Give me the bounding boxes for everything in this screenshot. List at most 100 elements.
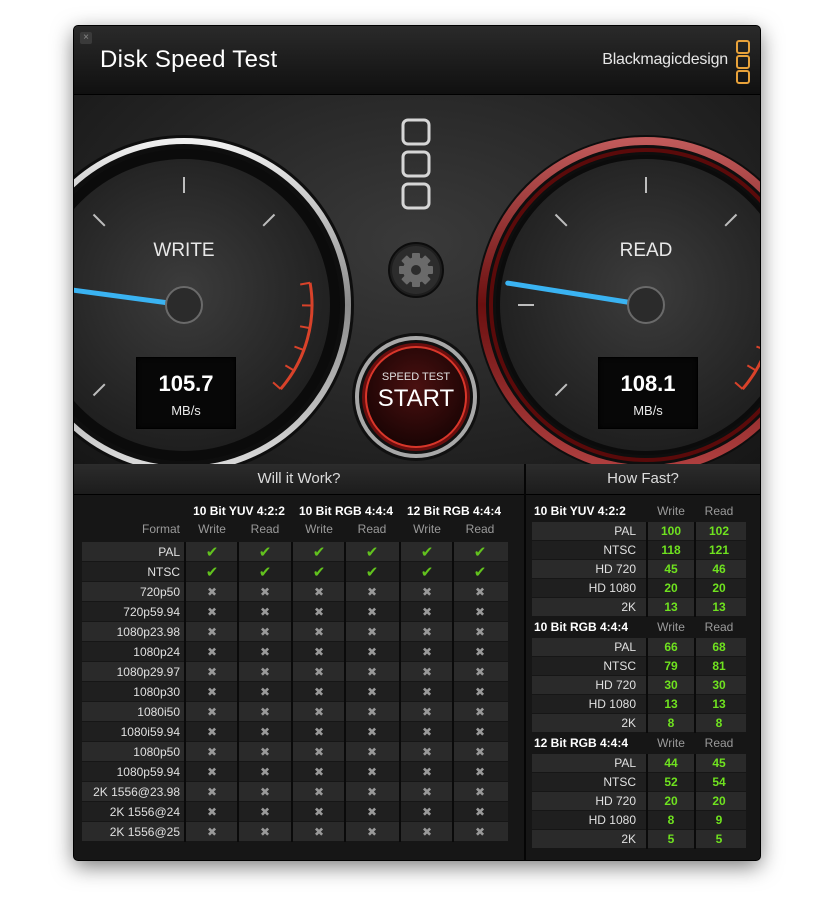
format-label: HD 1080 xyxy=(588,813,636,827)
format-label: HD 720 xyxy=(595,562,636,576)
table-divider xyxy=(344,542,346,842)
close-button[interactable]: × xyxy=(80,32,92,44)
cross-icon: ✖ xyxy=(259,665,271,679)
read-speed-cell: 45 xyxy=(712,756,726,770)
format-group-heading: 10 Bit RGB 4:4:4 xyxy=(298,504,394,518)
cross-icon: ✖ xyxy=(366,665,378,679)
mode-column-heading: Read xyxy=(465,522,495,536)
cross-icon: ✖ xyxy=(366,645,378,659)
format-column-heading: Format xyxy=(141,522,180,536)
cross-icon: ✖ xyxy=(421,805,433,819)
format-label: 2K 1556@25 xyxy=(109,825,180,839)
format-label: 1080i59.94 xyxy=(120,725,180,739)
read-column-heading: Read xyxy=(704,504,734,518)
write-speed-cell: 66 xyxy=(664,640,678,654)
read-gauge-label: READ xyxy=(619,240,673,261)
format-label: 2K 1556@23.98 xyxy=(93,785,180,799)
cross-icon: ✖ xyxy=(313,765,325,779)
check-icon: ✔ xyxy=(365,544,379,561)
read-speed-cell: 102 xyxy=(708,524,730,538)
cross-icon: ✖ xyxy=(474,685,486,699)
cross-icon: ✖ xyxy=(421,645,433,659)
write-speed-value: 105.7 xyxy=(158,371,214,396)
cross-icon: ✖ xyxy=(313,825,325,839)
cross-icon: ✖ xyxy=(313,605,325,619)
format-label: HD 720 xyxy=(595,678,636,692)
table-divider xyxy=(646,522,648,617)
cross-icon: ✖ xyxy=(259,685,271,699)
read-speed-cell: 13 xyxy=(712,600,726,614)
format-label: 1080i50 xyxy=(137,705,180,719)
check-icon: ✔ xyxy=(258,564,272,581)
cross-icon: ✖ xyxy=(313,805,325,819)
read-speed-cell: 68 xyxy=(712,640,726,654)
read-speed-cell: 9 xyxy=(715,813,723,827)
cross-icon: ✖ xyxy=(259,825,271,839)
will-it-work-header: Will it Work? xyxy=(74,464,524,495)
read-readout-box: 108.1 MB/s xyxy=(598,357,698,429)
cross-icon: ✖ xyxy=(474,705,486,719)
write-speed-cell: 30 xyxy=(664,678,678,692)
cross-icon: ✖ xyxy=(421,725,433,739)
speed-group-heading: 10 Bit RGB 4:4:4 xyxy=(534,620,629,634)
table-divider xyxy=(399,542,401,842)
format-label: PAL xyxy=(614,524,636,538)
cross-icon: ✖ xyxy=(259,585,271,599)
cross-icon: ✖ xyxy=(206,725,218,739)
check-icon: ✔ xyxy=(312,544,326,561)
format-group-heading: 10 Bit YUV 4:2:2 xyxy=(193,504,285,518)
cross-icon: ✖ xyxy=(421,585,433,599)
read-speed-unit: MB/s xyxy=(633,403,663,418)
table-divider xyxy=(694,754,696,849)
cross-icon: ✖ xyxy=(474,745,486,759)
format-label: 720p50 xyxy=(139,585,180,599)
speed-group-heading: 10 Bit YUV 4:2:2 xyxy=(534,504,626,518)
format-group-heading: 12 Bit RGB 4:4:4 xyxy=(406,504,502,518)
write-speed-cell: 8 xyxy=(667,813,675,827)
blackmagic-logo-icon xyxy=(736,40,752,84)
format-label: NTSC xyxy=(603,775,636,789)
read-gauge-hub xyxy=(627,286,665,324)
cross-icon: ✖ xyxy=(474,765,486,779)
app-title: Disk Speed Test xyxy=(100,46,278,73)
write-speed-cell: 5 xyxy=(667,832,675,846)
cross-icon: ✖ xyxy=(259,625,271,639)
write-speed-cell: 13 xyxy=(664,697,678,711)
write-speed-cell: 13 xyxy=(664,600,678,614)
read-speed-cell: 13 xyxy=(712,697,726,711)
read-speed-cell: 8 xyxy=(715,716,723,730)
format-label: 1080p59.94 xyxy=(116,765,180,779)
write-column-heading: Write xyxy=(657,504,685,518)
cross-icon: ✖ xyxy=(259,645,271,659)
write-column-heading: Write xyxy=(657,620,685,634)
write-readout-box: 105.7 MB/s xyxy=(136,357,236,429)
cross-icon: ✖ xyxy=(313,785,325,799)
format-label: 2K xyxy=(621,716,636,730)
cross-icon: ✖ xyxy=(206,705,218,719)
cross-icon: ✖ xyxy=(366,825,378,839)
check-icon: ✔ xyxy=(473,564,487,581)
cross-icon: ✖ xyxy=(421,665,433,679)
brand-name: Blackmagicdesign xyxy=(602,51,728,68)
format-label: HD 1080 xyxy=(588,581,636,595)
cross-icon: ✖ xyxy=(206,605,218,619)
cross-icon: ✖ xyxy=(474,665,486,679)
format-label: HD 720 xyxy=(595,794,636,808)
start-label[interactable]: START xyxy=(366,385,466,413)
cross-icon: ✖ xyxy=(421,605,433,619)
write-speed-cell: 100 xyxy=(660,524,682,538)
cross-icon: ✖ xyxy=(474,605,486,619)
cross-icon: ✖ xyxy=(474,785,486,799)
table-divider xyxy=(646,638,648,733)
results-panel: Will it Work? How Fast? 10 Bit YUV 4:2:2… xyxy=(74,464,760,860)
table-divider xyxy=(291,542,293,842)
cross-icon: ✖ xyxy=(313,685,325,699)
cross-icon: ✖ xyxy=(474,645,486,659)
cross-icon: ✖ xyxy=(366,765,378,779)
read-speed-cell: 30 xyxy=(712,678,726,692)
settings-button[interactable] xyxy=(388,242,444,298)
format-label: 1080p30 xyxy=(133,685,180,699)
format-label: NTSC xyxy=(147,565,180,579)
cross-icon: ✖ xyxy=(313,705,325,719)
cross-icon: ✖ xyxy=(366,745,378,759)
